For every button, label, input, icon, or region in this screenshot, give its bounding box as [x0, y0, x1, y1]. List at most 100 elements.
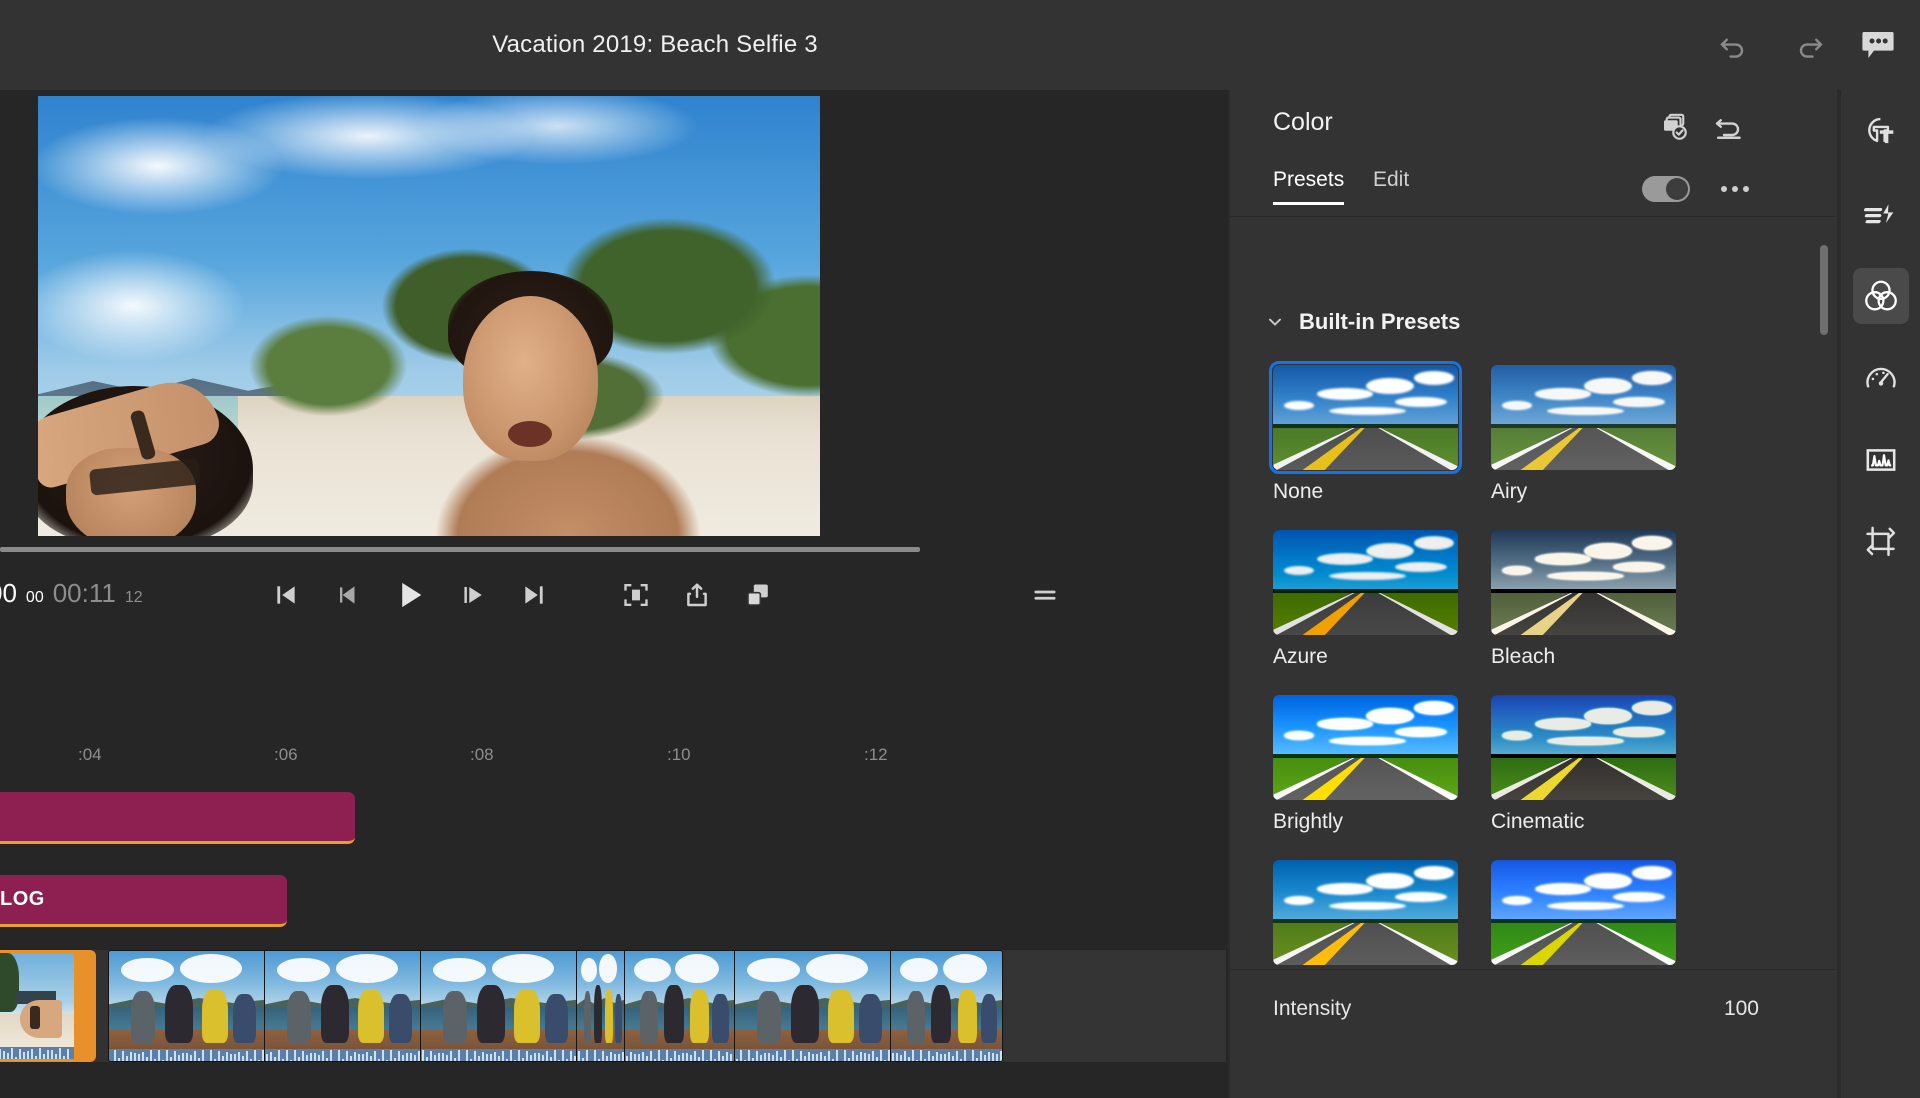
empty-track-area[interactable] — [1005, 950, 1226, 1062]
selected-video-clip[interactable] — [0, 950, 96, 1062]
sidebar-item-text[interactable] — [1853, 104, 1909, 160]
tab-edit[interactable]: Edit — [1373, 168, 1409, 202]
step-back-button[interactable] — [325, 572, 371, 618]
toggle-knob — [1666, 178, 1688, 200]
picture-in-picture-button[interactable] — [735, 572, 781, 618]
sidebar-item-effects[interactable] — [1853, 186, 1909, 242]
preset-item-azure[interactable]: Azure — [1273, 530, 1458, 669]
step-forward-button[interactable] — [449, 572, 495, 618]
play-button[interactable] — [387, 572, 433, 618]
current-frames: 00 — [25, 589, 44, 606]
preset-thumbnail[interactable] — [1491, 860, 1676, 965]
chevron-down-icon[interactable] — [1267, 314, 1283, 330]
ruler-tick: :06 — [274, 745, 298, 764]
filmstrip-frame — [891, 951, 1002, 1061]
text-tool-icon — [1863, 114, 1899, 150]
current-time: 00 — [0, 578, 17, 608]
more-options-icon[interactable] — [1717, 176, 1753, 202]
presets-scroll-area[interactable]: Built-in Presets None Airy Azure Bleach Brig… — [1230, 217, 1837, 969]
preview-subject-mouth — [508, 421, 552, 447]
preset-label: Azure — [1273, 645, 1328, 668]
preset-label: Bleach — [1491, 645, 1556, 668]
preset-thumbnail[interactable] — [1273, 530, 1458, 635]
title-clip-1[interactable] — [0, 792, 355, 844]
filmstrip-frame — [421, 951, 577, 1061]
video-track[interactable] — [0, 950, 1228, 1065]
preset-item-cyan-tone[interactable]: Cyan Tone — [1491, 860, 1676, 969]
undo-icon[interactable] — [1713, 26, 1753, 66]
copy-attributes-icon[interactable] — [1655, 108, 1693, 146]
intensity-label: Intensity — [1273, 997, 1352, 1020]
duration-time: 00:11 — [52, 578, 116, 608]
page-title: Vacation 2019: Beach Selfie 3 — [492, 31, 818, 58]
preset-item-cool[interactable]: Cool — [1273, 860, 1458, 969]
ruler-tick: :08 — [470, 745, 494, 764]
duration-frames: 12 — [124, 589, 143, 606]
group-label: Built-in Presets — [1299, 309, 1461, 334]
color-wheels-icon — [1862, 277, 1900, 315]
ruler-tick: :10 — [667, 745, 691, 764]
preset-item-cinematic[interactable]: Cinematic — [1491, 695, 1676, 834]
preset-label: Cinematic — [1491, 810, 1585, 833]
share-button[interactable] — [674, 572, 720, 618]
fullscreen-button[interactable] — [613, 572, 659, 618]
tab-presets[interactable]: Presets — [1273, 168, 1345, 205]
transport-bar: 00 00 00:11 12 — [0, 568, 1228, 624]
color-panel-header: Color — [1230, 90, 1837, 162]
preset-item-brightly[interactable]: Brightly — [1273, 695, 1458, 834]
timeline[interactable]: LOG — [0, 790, 1228, 1098]
preset-thumbnail[interactable] — [1491, 695, 1676, 800]
preset-label: Brightly — [1273, 810, 1344, 833]
skip-to-end-button[interactable] — [511, 572, 557, 618]
audio-waveform-icon — [1863, 442, 1899, 478]
video-clip-filmstrip[interactable] — [108, 950, 1003, 1062]
sidebar-item-transform[interactable] — [1853, 514, 1909, 570]
dot — [1721, 186, 1727, 192]
preset-grid: None Airy Azure Bleach Brightly Cinematic Cool… — [1269, 361, 1743, 969]
timecode-display: 00 00 00:11 12 — [0, 578, 143, 610]
sidebar-item-audio[interactable] — [1853, 432, 1909, 488]
speedometer-icon — [1863, 360, 1899, 396]
preset-item-bleach[interactable]: Bleach — [1491, 530, 1676, 669]
selected-clip-thumbnail — [0, 953, 74, 1059]
built-in-presets-group-header[interactable]: Built-in Presets — [1267, 309, 1460, 335]
color-panel-tabs: Presets Edit — [1230, 162, 1837, 216]
preset-label: None — [1273, 480, 1324, 503]
preset-item-airy[interactable]: Airy — [1491, 365, 1676, 504]
ruler-tick: :12 — [864, 745, 888, 764]
right-toolbar — [1840, 90, 1920, 1098]
crop-rotate-icon — [1863, 524, 1899, 560]
timeline-ruler[interactable]: :04 :06 :08 :10 :12 — [0, 745, 1228, 777]
preset-thumbnail[interactable] — [1273, 695, 1458, 800]
filmstrip-frame — [735, 951, 891, 1061]
preset-label: Airy — [1491, 480, 1528, 503]
scrub-bar[interactable] — [0, 547, 920, 552]
scrollbar-thumb[interactable] — [1820, 245, 1828, 335]
filmstrip-frame — [109, 951, 265, 1061]
preset-thumbnail[interactable] — [1273, 860, 1458, 965]
video-editor-app: Vacation 2019: Beach Selfie 3 0 00 00:11… — [0, 0, 1920, 1098]
skip-to-start-button[interactable] — [263, 572, 309, 618]
color-panel-title: Color — [1273, 108, 1333, 136]
preset-thumbnail[interactable] — [1491, 365, 1676, 470]
color-enable-toggle[interactable] — [1642, 176, 1690, 202]
ruler-tick: :04 — [78, 745, 102, 764]
filmstrip-frame — [577, 951, 625, 1061]
reset-icon[interactable] — [1710, 108, 1748, 146]
preset-item-none[interactable]: None — [1269, 361, 1462, 504]
hamburger-menu-icon[interactable] — [1022, 572, 1068, 618]
comment-bubble-icon[interactable] — [1858, 26, 1898, 66]
video-preview[interactable] — [38, 96, 820, 536]
sidebar-item-speed[interactable] — [1853, 350, 1909, 406]
preview-pane: 00 00 00:11 12 — [0, 90, 1228, 1098]
preset-thumbnail[interactable] — [1491, 530, 1676, 635]
effects-icon — [1863, 196, 1899, 232]
dot — [1743, 186, 1749, 192]
redo-icon[interactable] — [1790, 26, 1830, 66]
filmstrip-frame — [625, 951, 735, 1061]
sidebar-item-color[interactable] — [1853, 268, 1909, 324]
title-clip-2[interactable]: LOG — [0, 875, 287, 927]
intensity-value[interactable]: 100 — [1724, 997, 1759, 1021]
preset-thumbnail[interactable] — [1269, 361, 1462, 474]
presets-scrollbar[interactable] — [1820, 225, 1828, 965]
